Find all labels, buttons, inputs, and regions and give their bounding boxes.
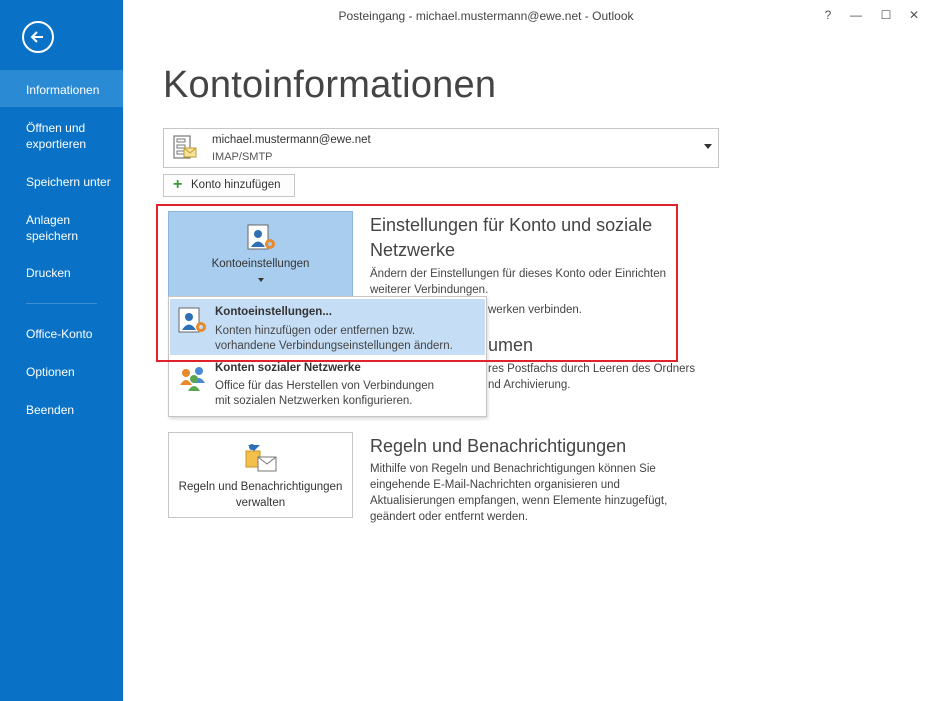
dropdown-arrow-icon — [704, 144, 712, 149]
nav-speichern-unter[interactable]: Speichern unter — [0, 174, 123, 190]
nav-office-konto[interactable]: Office-Konto — [0, 326, 123, 342]
nav-informationen[interactable]: Informationen — [0, 70, 123, 107]
nav-beenden[interactable]: Beenden — [0, 402, 123, 418]
rules-alerts-icon — [245, 444, 277, 472]
rules-heading: Regeln und Benachrichtigungen — [370, 436, 627, 456]
nav-optionen[interactable]: Optionen — [0, 364, 123, 380]
social-networks-icon — [180, 367, 205, 391]
nav-divider — [26, 303, 97, 304]
add-account-button[interactable]: + Konto hinzufügen — [163, 174, 295, 197]
page-title: Kontoinformationen — [163, 64, 497, 106]
account-email: michael.mustermann@ewe.net — [212, 134, 371, 146]
window-title: Posteingang - michael.mustermann@ewe.net… — [338, 9, 634, 23]
maximize-button[interactable]: ☐ — [877, 6, 895, 24]
rules-desc-line1: Mithilfe von Regeln und Benachrichtigung… — [370, 463, 656, 475]
help-button[interactable]: ? — [819, 6, 837, 24]
back-button[interactable] — [22, 21, 54, 53]
rules-desc-line4: geändert oder entfernt werden. — [370, 511, 528, 523]
menu-item-desc: Office für das Herstellen von Verbindung… — [215, 380, 435, 392]
account-icon — [173, 135, 197, 159]
menu-item-desc: mit sozialen Netzwerken konfigurieren. — [215, 395, 413, 407]
plus-icon: + — [173, 176, 183, 193]
manage-rules-label: Regeln und Benachrichtigungen verwalten — [178, 481, 343, 509]
rules-desc-line3: Aktualisierungen empfangen, wenn Element… — [370, 495, 668, 507]
nav-anlagen-speichern[interactable]: Anlagen speichern — [0, 212, 100, 244]
account-selector[interactable]: michael.mustermann@ewe.net IMAP/SMTP — [163, 128, 719, 168]
menu-item-social-networks[interactable]: Konten sozialer Netzwerke Office für das… — [170, 359, 485, 413]
cleanup-desc-line2: nd Archivierung. — [488, 379, 571, 391]
title-bar: Posteingang - michael.mustermann@ewe.net… — [123, 0, 929, 30]
close-button[interactable]: ✕ — [905, 6, 923, 24]
account-type: IMAP/SMTP — [212, 151, 273, 163]
minimize-button[interactable]: — — [847, 6, 865, 24]
backstage-sidebar: Informationen Öffnen und exportieren Spe… — [0, 0, 123, 701]
back-arrow-icon — [30, 31, 43, 43]
highlight-frame — [156, 204, 678, 362]
nav-oeffnen-exportieren[interactable]: Öffnen und exportieren — [0, 120, 110, 152]
menu-item-title: Konten sozialer Netzwerke — [215, 362, 361, 374]
rules-desc-line2: eingehende E-Mail-Nachrichten organisier… — [370, 479, 620, 491]
cleanup-desc-line1: res Postfachs durch Leeren des Ordners — [488, 363, 696, 375]
manage-rules-button[interactable]: Regeln und Benachrichtigungen verwalten — [168, 432, 353, 518]
nav-drucken[interactable]: Drucken — [0, 265, 123, 281]
